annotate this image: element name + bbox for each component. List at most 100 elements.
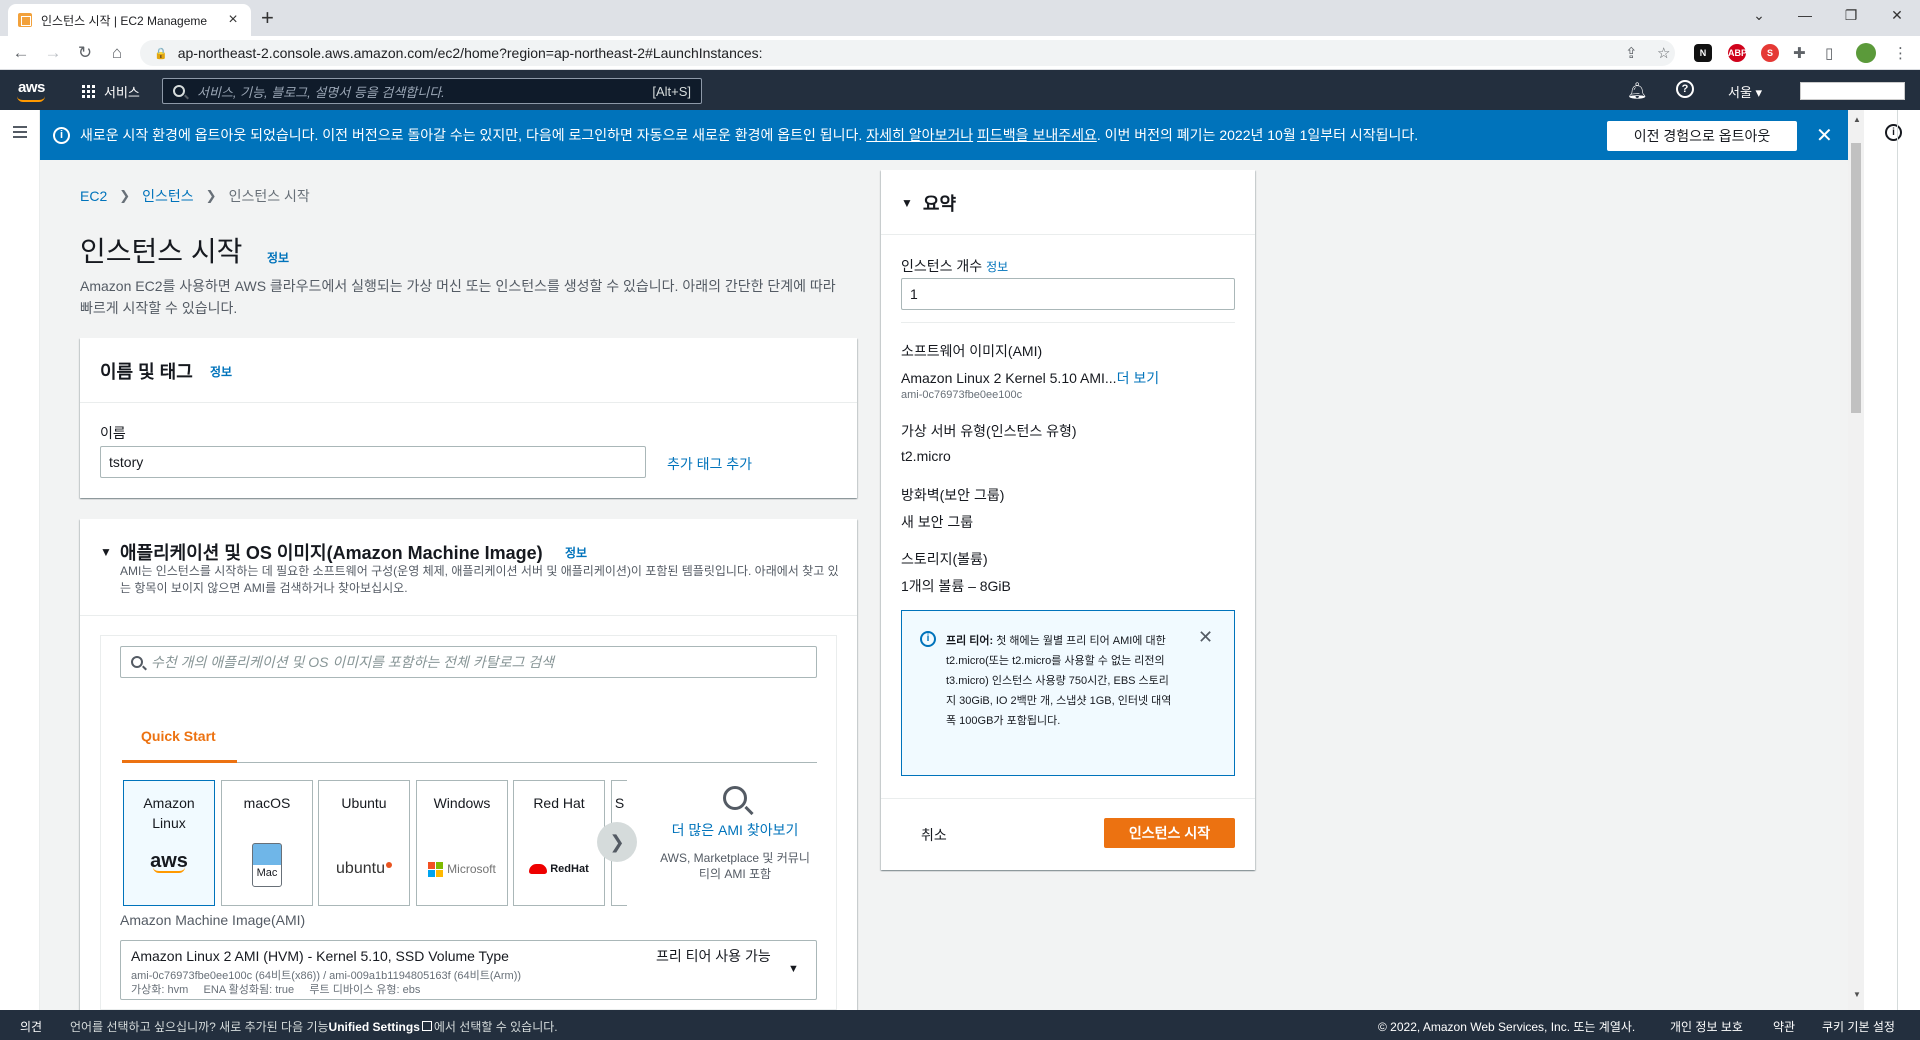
name-input[interactable]: tstory — [100, 446, 646, 478]
free-tier-badge: 프리 티어 사용 가능 — [656, 948, 771, 964]
cookie-preferences-link[interactable]: 쿠키 기본 설정 — [1822, 1018, 1895, 1035]
side-panel-icon[interactable]: ▯ — [1825, 44, 1833, 62]
summary-storage-link[interactable]: 스토리지(볼륨) — [901, 549, 988, 569]
next-tiles-chevron-icon[interactable]: ❯ — [597, 822, 637, 862]
profile-avatar-icon[interactable] — [1856, 43, 1876, 63]
hamburger-menu-icon[interactable] — [13, 126, 27, 141]
opt-out-button[interactable]: 이전 경험으로 옵트아웃 — [1607, 121, 1797, 151]
caret-down-icon[interactable]: ▼ — [100, 545, 112, 559]
language-notice-after: 에서 선택할 수 있습니다. — [433, 1020, 558, 1034]
home-icon[interactable]: ⌂ — [106, 42, 128, 64]
close-icon[interactable]: ✕ — [1816, 123, 1833, 148]
extension-red-icon[interactable]: S — [1761, 44, 1779, 62]
ami-select[interactable]: Amazon Linux 2 AMI (HVM) - Kernel 5.10, … — [120, 940, 817, 1000]
summary-header[interactable]: ▼ 요약 — [901, 190, 956, 216]
copyright: © 2022, Amazon Web Services, Inc. 또는 계열사… — [1378, 1020, 1636, 1034]
privacy-link[interactable]: 개인 정보 보호 — [1670, 1018, 1743, 1035]
new-tab-icon[interactable]: + — [261, 5, 274, 31]
back-icon[interactable]: ← — [10, 42, 32, 64]
cancel-button[interactable]: 취소 — [921, 825, 947, 845]
ami-search-input[interactable]: 수천 개의 애플리케이션 및 OS 이미지를 포함하는 전체 카탈로그 검색 — [120, 646, 817, 678]
name-label: 이름 — [100, 425, 126, 441]
launch-instance-button[interactable]: 인스턴스 시작 — [1104, 818, 1235, 848]
close-icon[interactable]: ✕ — [1198, 627, 1213, 648]
aws-logo[interactable]: aws — [18, 79, 45, 96]
feedback-link[interactable]: 피드백을 보내주세요 — [977, 127, 1097, 143]
summary-title: 요약 — [922, 194, 957, 214]
summary-panel: ▼ 요약 인스턴스 개수 정보 1 소프트웨어 이미지(AMI) Amazon … — [881, 170, 1255, 870]
bookmark-star-icon[interactable]: ☆ — [1657, 44, 1670, 62]
browse-more-amis[interactable]: 더 많은 AMI 찾아보기 AWS, Marketplace 및 커뮤니티의 A… — [660, 780, 810, 882]
free-tier-text: 프리 티어: 첫 해에는 월별 프리 티어 AMI에 대한 t2.micro(또… — [946, 631, 1176, 731]
opt-out-flash-banner: i 새로운 시작 환경에 옵트아웃 되었습니다. 이전 버전으로 돌아갈 수는 … — [40, 110, 1848, 160]
reload-icon[interactable]: ↻ — [74, 42, 96, 64]
forward-icon[interactable]: → — [42, 42, 64, 64]
microsoft-logo-text: Microsoft — [447, 862, 496, 876]
summary-instance-type-link[interactable]: 가상 서버 유형(인스턴스 유형) — [901, 421, 1077, 441]
summary-ami-value-text: Amazon Linux 2 Kernel 5.10 AMI... — [901, 370, 1117, 386]
os-tile-red-hat[interactable]: Red Hat RedHat — [513, 780, 605, 906]
summary-ami-value: Amazon Linux 2 Kernel 5.10 AMI...더 보기 — [901, 368, 1159, 388]
global-search-input[interactable]: 서비스, 기능, 블로그, 설명서 등을 검색합니다. [Alt+S] — [162, 78, 702, 104]
summary-ami-link[interactable]: 소프트웨어 이미지(AMI) — [901, 341, 1042, 361]
os-tile-windows[interactable]: Windows Microsoft — [416, 780, 508, 906]
close-window-icon[interactable]: ✕ — [1874, 0, 1920, 30]
ubuntu-logo-text: ubuntu — [336, 860, 385, 877]
free-tier-alert: i 프리 티어: 첫 해에는 월별 프리 티어 AMI에 대한 t2.micro… — [901, 610, 1235, 776]
browser-tab-bar: 인스턴스 시작 | EC2 Manageme × + ⌄ — ❐ ✕ — [0, 0, 1920, 36]
os-tile-label: Windows — [433, 795, 491, 811]
os-tile-ubuntu[interactable]: Ubuntu ubuntu — [318, 780, 410, 906]
share-icon[interactable]: ⇪ — [1625, 44, 1638, 62]
os-tile-amazon-linux[interactable]: Amazon Linux aws — [123, 780, 215, 906]
add-tags-link[interactable]: 추가 태그 추가 — [667, 454, 752, 474]
ami-info-link[interactable]: 정보 — [565, 544, 587, 561]
browser-tab[interactable]: 인스턴스 시작 | EC2 Manageme × — [8, 4, 251, 36]
tab-close-icon[interactable]: × — [225, 11, 241, 29]
extensions-puzzle-icon[interactable]: ✚ — [1793, 44, 1806, 62]
instance-count-info-link[interactable]: 정보 — [986, 260, 1008, 274]
services-menu-button[interactable]: 서비스 — [82, 82, 140, 101]
help-icon[interactable]: ? — [1676, 80, 1694, 98]
vertical-scrollbar[interactable]: ▲ ▼ — [1848, 110, 1864, 1010]
feedback-link[interactable]: 의견 — [20, 1018, 42, 1035]
terms-link[interactable]: 약관 — [1773, 1018, 1795, 1035]
summary-firewall-link[interactable]: 방화벽(보안 그룹) — [901, 485, 1004, 505]
info-icon: i — [920, 631, 936, 647]
info-panel-icon[interactable]: i — [1885, 124, 1902, 141]
url-field[interactable]: 🔒 ap-northeast-2.console.aws.amazon.com/… — [140, 40, 1675, 66]
region-selector[interactable]: 서울 ▾ — [1728, 82, 1762, 101]
side-nav-strip — [0, 110, 40, 1010]
breadcrumb-ec2[interactable]: EC2 — [80, 188, 107, 204]
minimize-icon[interactable]: — — [1782, 0, 1828, 30]
scroll-up-icon[interactable]: ▲ — [1853, 115, 1861, 124]
ami-select-title: Amazon Linux 2 AMI (HVM) - Kernel 5.10, … — [131, 948, 509, 964]
browser-menu-icon[interactable]: ⋮ — [1893, 44, 1908, 62]
page-info-link[interactable]: 정보 — [267, 249, 289, 266]
breadcrumb: EC2 ❯ 인스턴스 ❯ 인스턴스 시작 — [80, 186, 310, 206]
active-tab-indicator — [122, 760, 237, 763]
ami-search-placeholder: 수천 개의 애플리케이션 및 OS 이미지를 포함하는 전체 카탈로그 검색 — [151, 654, 554, 670]
search-icon — [723, 786, 747, 810]
name-tags-info-link[interactable]: 정보 — [210, 363, 232, 380]
breadcrumb-instances[interactable]: 인스턴스 — [142, 186, 194, 206]
name-input-value: tstory — [109, 454, 144, 470]
adblock-extension-icon[interactable]: ABP — [1728, 44, 1747, 62]
scroll-down-icon[interactable]: ▼ — [1853, 990, 1861, 999]
account-menu[interactable] — [1800, 82, 1905, 100]
unified-settings-link[interactable]: Unified Settings — [329, 1020, 420, 1034]
instance-count-input[interactable]: 1 — [901, 278, 1235, 310]
tab-quick-start[interactable]: Quick Start — [141, 728, 216, 744]
divider — [80, 615, 857, 616]
browse-more-amis-link[interactable]: 더 많은 AMI 찾아보기 — [660, 820, 810, 840]
ami-description: AMI는 인스턴스를 시작하는 데 필요한 소프트웨어 구성(운영 체제, 애플… — [120, 564, 839, 595]
maximize-icon[interactable]: ❐ — [1828, 0, 1874, 30]
learn-more-link[interactable]: 자세히 알아보거나 — [866, 127, 973, 143]
tab-search-icon[interactable]: ⌄ — [1736, 0, 1782, 30]
os-tile-macos[interactable]: macOS Mac — [221, 780, 313, 906]
ami-panel: ▼ 애플리케이션 및 OS 이미지(Amazon Machine Image) … — [80, 519, 857, 1010]
notion-extension-icon[interactable]: N — [1694, 44, 1712, 62]
scrollbar-thumb[interactable] — [1851, 143, 1861, 413]
see-more-link[interactable]: 더 보기 — [1117, 370, 1160, 386]
grid-icon — [82, 84, 96, 99]
notification-bell-icon[interactable]: 🔔︎ — [1627, 81, 1647, 101]
